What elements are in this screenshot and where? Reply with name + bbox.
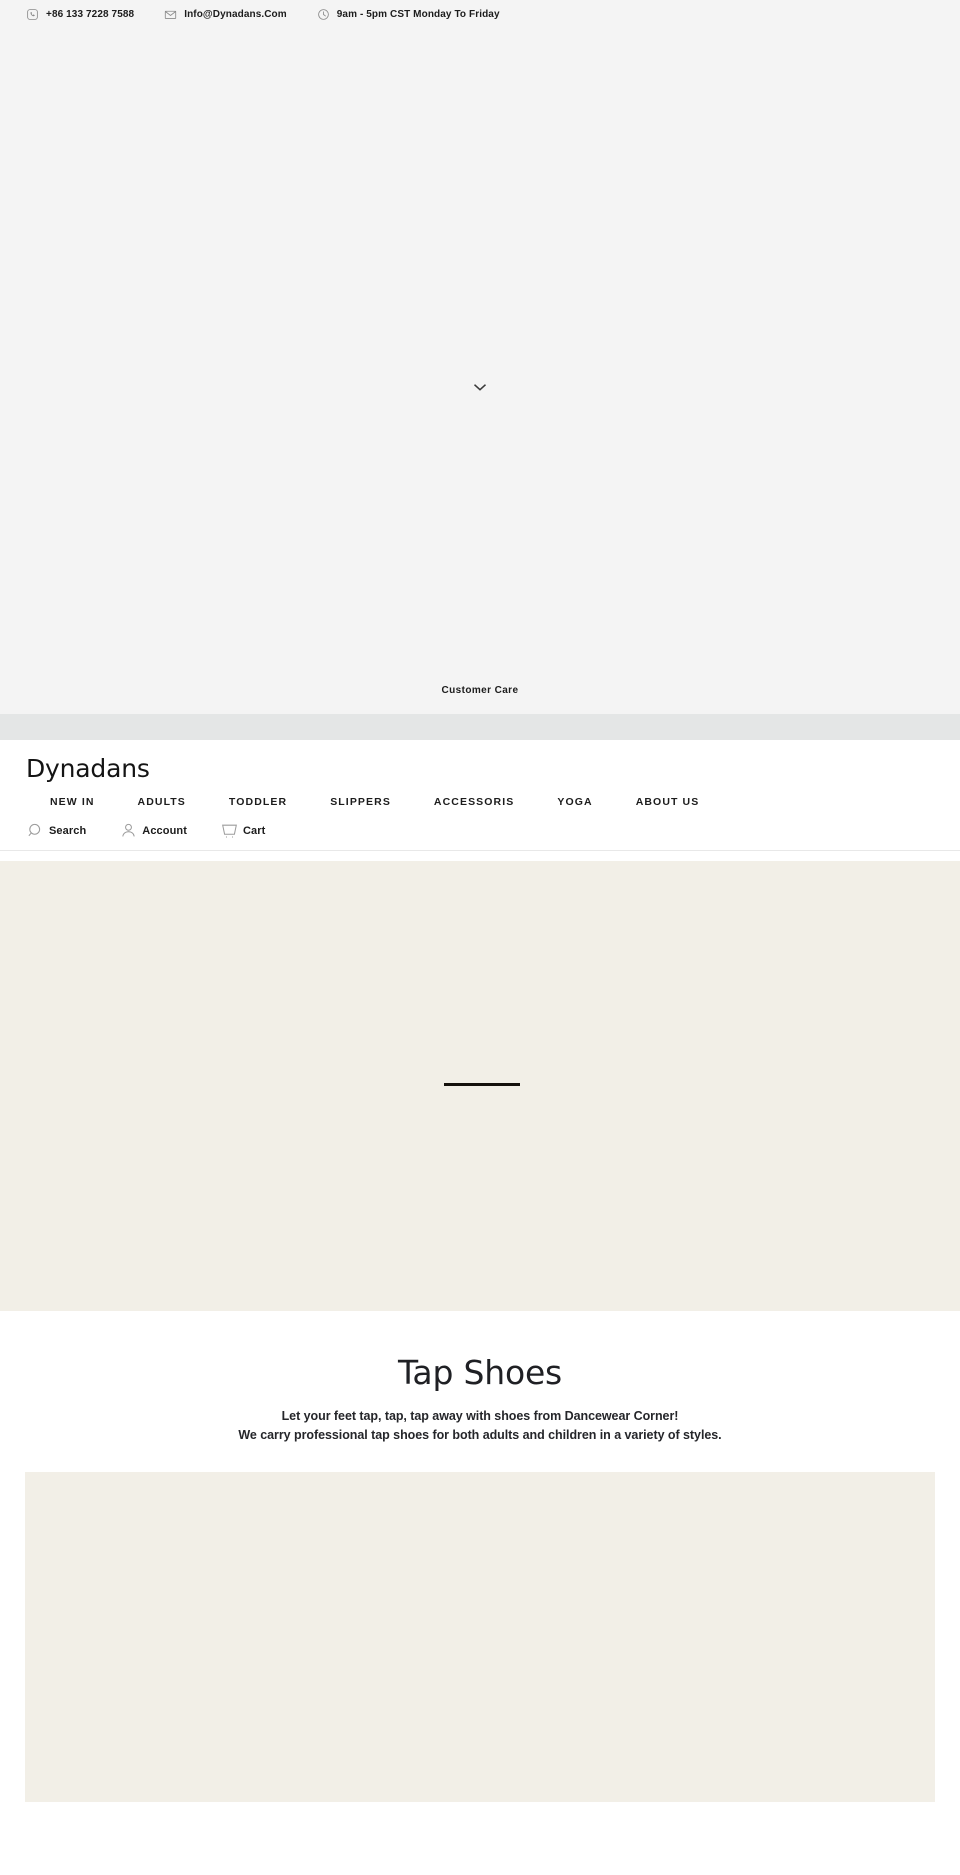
search-icon [26,821,45,840]
collection-banner [0,861,960,1311]
page-title: Tap Shoes [397,1353,563,1392]
nav-item-new-in[interactable]: NEW IN [50,794,95,810]
utility-navigation: Search Account Cart [0,821,960,840]
banner-accent-rule [444,1083,520,1086]
product-grid-panel[interactable] [25,1472,935,1803]
site-logo[interactable]: Dynadans [0,754,960,784]
nav-item-adults[interactable]: ADULTS [138,794,186,810]
contact-email[interactable]: Info@Dynadans.Com [164,8,287,21]
main-navigation: NEW IN ADULTS TODDLER SLIPPERS ACCESSORI… [0,794,960,810]
nav-item-about-us[interactable]: ABOUT US [636,794,700,810]
nav-item-accessoris[interactable]: ACCESSORIS [434,794,514,810]
collection-description: Let your feet tap, tap, tap away with sh… [0,1407,960,1446]
account-button[interactable]: Account [119,821,187,840]
contact-hours-label: 9am - 5pm CST Monday To Friday [336,8,500,20]
hero-scroll-down-button[interactable] [0,376,960,398]
phone-icon [26,8,39,21]
contact-phone[interactable]: +86 133 7228 7588 [26,8,134,21]
customer-care-link[interactable]: Customer Care [0,685,960,696]
account-icon [119,821,138,840]
section-divider-strip [0,714,960,740]
announcement-bar: +86 133 7228 7588 Info@Dynadans.Com 9am … [0,0,960,28]
contact-phone-label: +86 133 7228 7588 [46,8,135,20]
search-button[interactable]: Search [26,821,86,840]
collection-description-line-2: We carry professional tap shoes for both… [238,1427,722,1442]
collection-header: Tap Shoes Let your feet tap, tap, tap aw… [0,1311,960,1446]
cart-button[interactable]: Cart [220,821,265,840]
product-grid-wrapper [0,1445,960,1803]
cart-icon [220,821,239,840]
account-label: Account [142,824,187,837]
contact-hours: 9am - 5pm CST Monday To Friday [317,8,500,21]
nav-item-slippers[interactable]: SLIPPERS [330,794,391,810]
page-root: +86 133 7228 7588 Info@Dynadans.Com 9am … [0,0,960,1875]
header-bottom-rule [0,850,960,851]
envelope-icon [164,8,177,21]
search-label: Search [49,824,87,837]
nav-item-toddler[interactable]: TODDLER [229,794,287,810]
clock-icon [317,8,330,21]
cart-label: Cart [243,824,266,837]
contact-email-label: Info@Dynadans.Com [184,8,287,20]
hero-slideshow: Customer Care [0,28,960,714]
chevron-down-icon [473,384,487,391]
nav-item-yoga[interactable]: YOGA [557,794,592,810]
site-header: Dynadans NEW IN ADULTS TODDLER SLIPPERS … [0,740,960,861]
collection-description-line-1: Let your feet tap, tap, tap away with sh… [281,1408,679,1423]
